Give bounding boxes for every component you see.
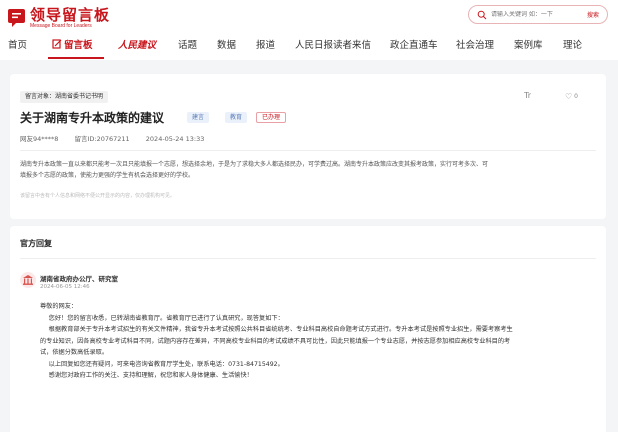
nav-label-message-board: 留言板 bbox=[64, 40, 93, 51]
logo-icon bbox=[8, 8, 26, 28]
search-input[interactable] bbox=[491, 11, 563, 18]
message-card: 留言对象：湖南省委书记书明 Tr ♡ 0 关于湖南专升本政策的建议 建言 教育 … bbox=[10, 74, 606, 219]
reply-heading: 官方回复 bbox=[20, 239, 52, 248]
nav-item-case-library[interactable]: 案例库 bbox=[514, 37, 543, 55]
author-name: 网友94****8 bbox=[20, 135, 59, 143]
message-title: 关于湖南专升本政策的建议 bbox=[20, 111, 165, 125]
reply-paragraph: 根据教育部关于专升本考试招生的有关文件精神，我省专升本考试按照公共科目省统统考、… bbox=[48, 326, 513, 333]
nav-item-home[interactable]: 首页 bbox=[8, 37, 27, 55]
message-content-line: 填报多个志愿的政策，使能力更强的学生有机会选择更好的学校。 bbox=[20, 172, 195, 179]
reply-paragraph: 的专业知识，因各高校专业考试科目不同，试题内容存在差异，不同高校专业科目的考试成… bbox=[40, 337, 511, 345]
reply-time: 2024-06-05 12:46 bbox=[40, 284, 90, 290]
main-nav: 首页 留言板 人民建议 话题 数据 报道 人民日报读者来信 政企直通车 社会治理… bbox=[0, 37, 618, 57]
nav-item-enterprise[interactable]: 政企直通车 bbox=[390, 37, 438, 55]
reply-content: 尊敬的网友： 您好！您的留言收悉，已转湖南省教育厅。省教育厅已进行了认真研究，现… bbox=[40, 301, 600, 382]
nav-item-message-board[interactable]: 留言板 bbox=[52, 37, 93, 55]
edit-icon bbox=[52, 39, 62, 49]
reply-card: 官方回复 湖南省政府办公厅、研究室 2024-06-05 12:46 尊敬的网友… bbox=[10, 226, 606, 432]
search-icon bbox=[477, 10, 487, 19]
message-id: 留言ID:20767211 bbox=[74, 135, 130, 143]
reply-paragraph: 以上回复如您还有疑问，可来电咨询省教育厅学生处，联系电话：0731-847154… bbox=[48, 360, 284, 368]
message-date: 2024-05-24 13:33 bbox=[145, 135, 205, 143]
nav-item-reports[interactable]: 报道 bbox=[256, 37, 275, 55]
heart-icon: ♡ bbox=[565, 92, 573, 101]
status-badge: 已办理 bbox=[256, 112, 287, 123]
nav-item-readers-letters[interactable]: 人民日报读者来信 bbox=[295, 37, 371, 55]
top-header: 领导留言板 Message Board for Leaders 搜索 首页 留言… bbox=[0, 0, 618, 60]
divider bbox=[20, 150, 596, 151]
reply-paragraph: 您好！您的留言收悉，已转湖南省教育厅。省教育厅已进行了认真研究，现答复如下： bbox=[48, 314, 284, 322]
divider bbox=[20, 258, 596, 259]
reply-agency: 湖南省政府办公厅、研究室 bbox=[40, 275, 118, 283]
government-building-icon bbox=[20, 272, 36, 288]
message-content-line: 湖南专升本政策一直以来都只能考一次且只能填报一个志愿，想选择余地，于是为了求稳大… bbox=[20, 161, 489, 168]
message-meta: 网友94****8 留言ID:20767211 2024-05-24 13:33 bbox=[20, 133, 218, 143]
nav-item-governance[interactable]: 社会治理 bbox=[456, 37, 494, 55]
reply-paragraph: 试，依据分数高低录取。 bbox=[40, 349, 109, 356]
privacy-note: 该留言中含有个人信息和网络不便公开显示的内容，仅办理机构可见。 bbox=[20, 193, 176, 199]
reply-paragraph: 感谢您对政府工作的关注、支持和理解，祝您和家人身体健康、生活愉快！ bbox=[48, 372, 253, 379]
nav-item-people-suggestion[interactable]: 人民建议 bbox=[118, 37, 156, 55]
search-box: 搜索 bbox=[468, 5, 608, 24]
logo-title: 领导留言板 bbox=[30, 6, 111, 24]
nav-item-topics[interactable]: 话题 bbox=[178, 37, 197, 55]
tag-suggestion: 建言 bbox=[187, 112, 210, 123]
like-count: 0 bbox=[574, 93, 578, 100]
message-target-tag: 留言对象：湖南省委书记书明 bbox=[20, 91, 109, 103]
tag-education: 教育 bbox=[225, 112, 248, 123]
nav-item-data[interactable]: 数据 bbox=[217, 37, 236, 55]
active-nav-underline bbox=[48, 57, 104, 59]
font-size-icon[interactable]: Tr bbox=[524, 91, 531, 100]
site-logo[interactable]: 领导留言板 Message Board for Leaders bbox=[8, 7, 110, 29]
message-content: 湖南专升本政策一直以来都只能考一次且只能填报一个志愿，想选择余地，于是为了求稳大… bbox=[20, 159, 598, 181]
reply-greeting: 尊敬的网友： bbox=[40, 303, 78, 310]
nav-item-theory[interactable]: 理论 bbox=[563, 37, 582, 55]
like-button[interactable]: ♡ 0 bbox=[565, 92, 578, 101]
search-button[interactable]: 搜索 bbox=[587, 10, 599, 19]
